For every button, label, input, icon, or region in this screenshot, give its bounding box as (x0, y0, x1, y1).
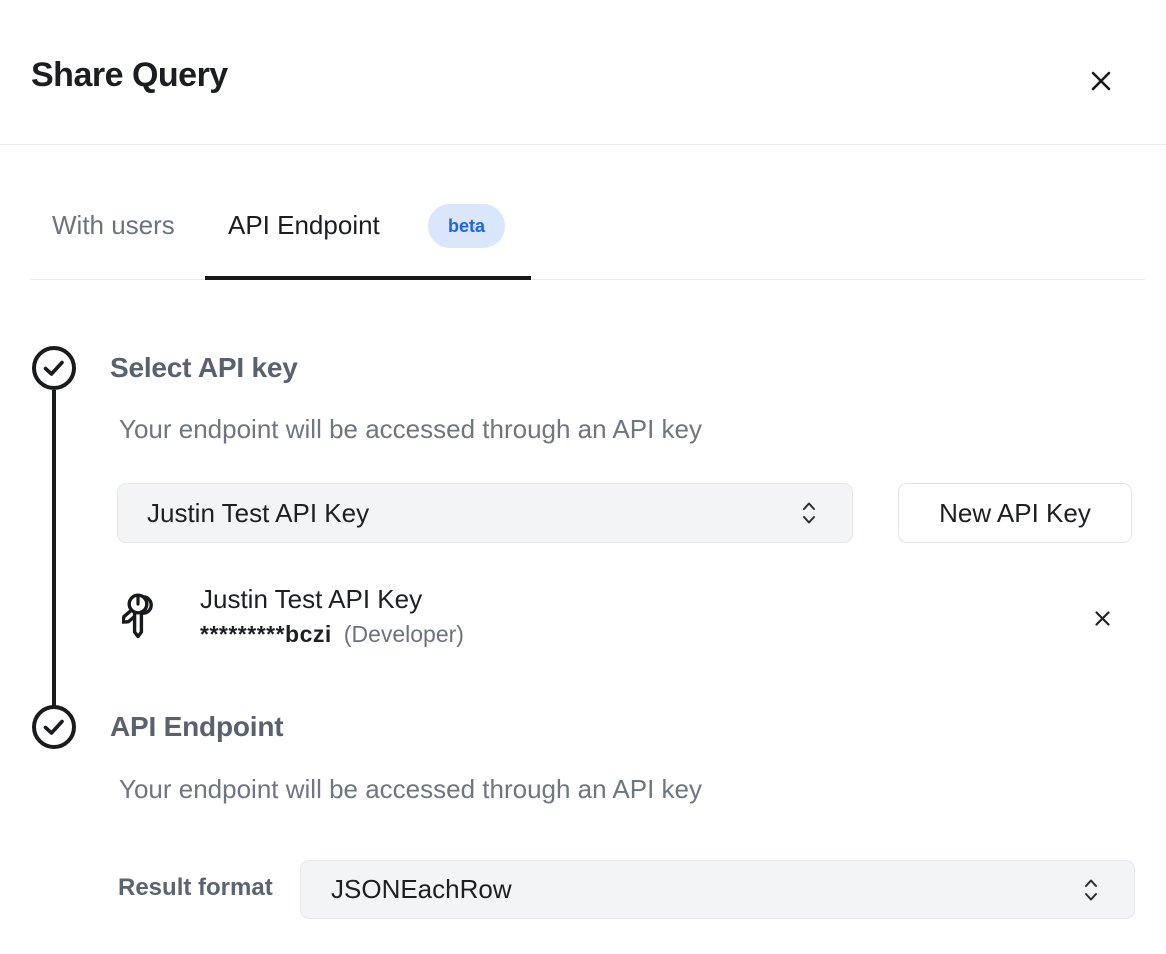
header-divider (0, 144, 1166, 145)
tab-api-endpoint-label: API Endpoint (228, 210, 380, 241)
active-tab-underline (205, 276, 531, 280)
result-format-select-value: JSONEachRow (331, 874, 512, 905)
remove-key-icon (1093, 609, 1112, 628)
step1-title: Select API key (110, 352, 298, 384)
step1-description: Your endpoint will be accessed through a… (119, 414, 702, 445)
api-keys-icon (122, 588, 168, 648)
tab-api-endpoint[interactable]: API Endpoint beta (205, 198, 531, 280)
result-format-label: Result format (118, 874, 273, 902)
selected-key-details: *********bczi (Developer) (200, 621, 464, 648)
chevron-up-down-icon (800, 500, 818, 526)
step2-title: API Endpoint (110, 711, 283, 743)
beta-badge: beta (428, 204, 505, 248)
tab-with-users[interactable]: With users (52, 210, 175, 241)
selected-key-role: (Developer) (344, 621, 464, 648)
step2-description: Your endpoint will be accessed through a… (119, 774, 702, 805)
new-api-key-button[interactable]: New API Key (898, 483, 1132, 543)
remove-key-button[interactable] (1082, 598, 1122, 638)
selected-key-name: Justin Test API Key (200, 584, 422, 615)
dialog-title: Share Query (31, 56, 228, 95)
stepper-connector-line (52, 390, 56, 706)
tabs-baseline (30, 279, 1145, 280)
chevron-up-down-icon (1082, 877, 1100, 903)
step1-check-icon (30, 344, 78, 392)
close-dialog-button[interactable] (1078, 58, 1124, 104)
share-query-dialog: Share Query With users API Endpoint beta… (0, 0, 1166, 954)
close-icon (1088, 68, 1114, 94)
step2-check-icon (30, 703, 78, 751)
api-key-select[interactable]: Justin Test API Key (117, 483, 853, 543)
api-key-select-value: Justin Test API Key (147, 498, 369, 529)
result-format-select[interactable]: JSONEachRow (300, 860, 1135, 919)
selected-key-masked-secret: *********bczi (200, 621, 332, 648)
